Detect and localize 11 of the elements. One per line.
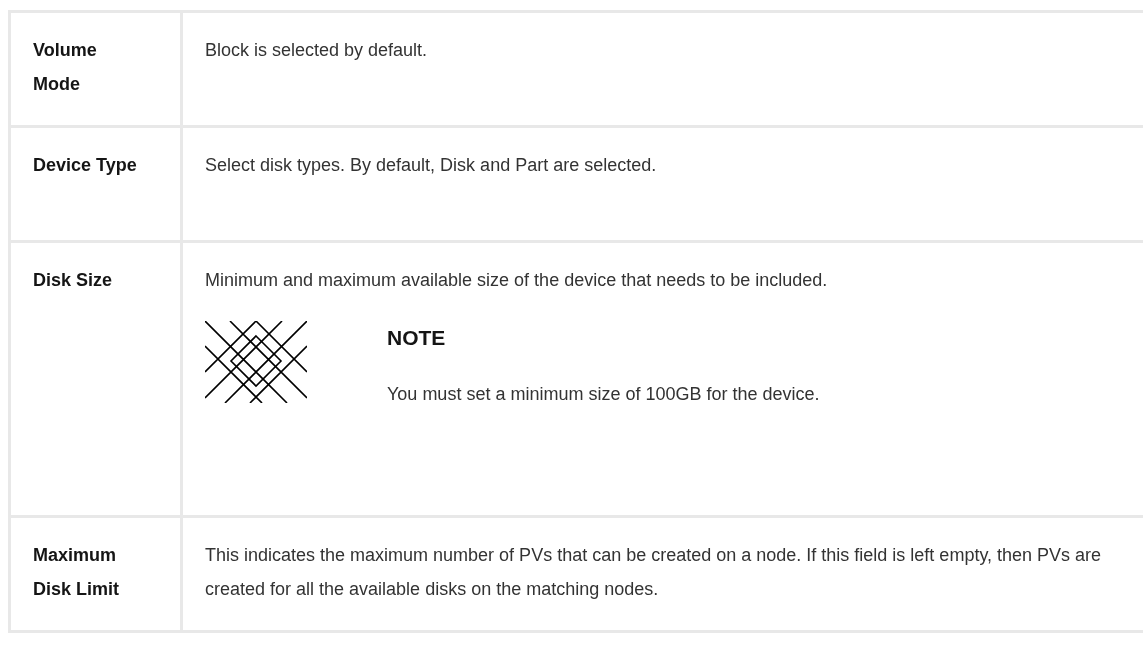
row-description: Block is selected by default. [205,39,429,62]
row-label: Disk Size [33,269,114,292]
row-label: Maximum Disk Limit [33,544,121,601]
row-description: This indicates the maximum number of PVs that can be created on a node. If this field is left empty, then PVs are created for all the available disks on the matching nodes. [205,544,1103,601]
diamond-pattern-icon [205,321,307,403]
row-label: Device Type [33,154,138,177]
row-label: Volume Mode [33,39,98,96]
row-description: Minimum and maximum available size of the device that needs to be included. [205,269,829,292]
row-description: Select disk types. By default, Disk and Part are selected. [205,154,658,177]
note-text: You must set a minimum size of 100GB for the device. [387,383,820,406]
note-heading: NOTE [387,325,447,351]
